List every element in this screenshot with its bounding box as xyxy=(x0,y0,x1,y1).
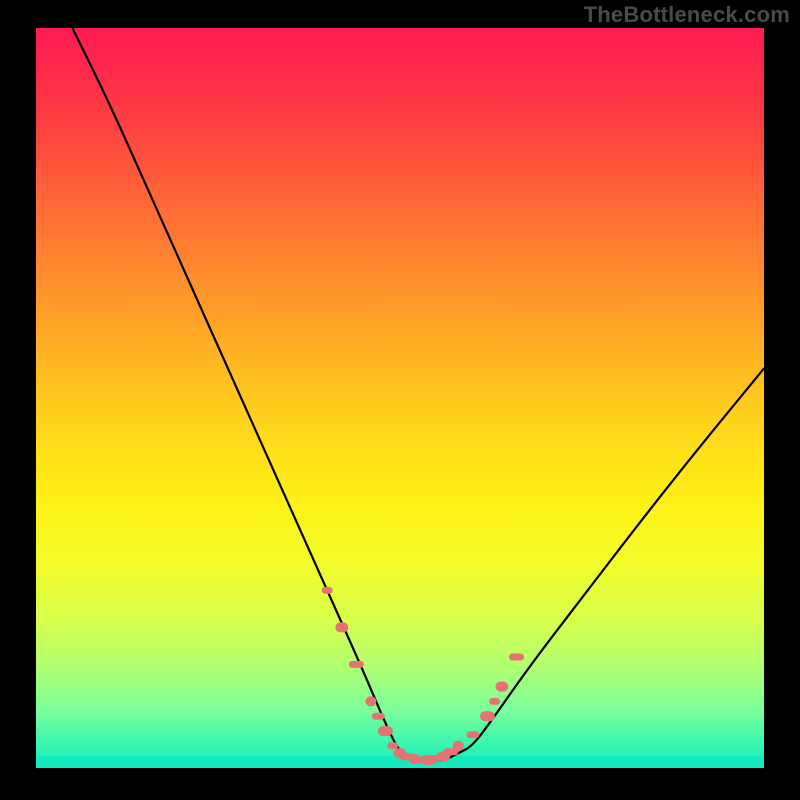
curve-marker xyxy=(480,711,495,721)
curve-svg xyxy=(36,28,764,768)
curve-marker xyxy=(489,698,500,705)
curve-marker xyxy=(365,696,376,706)
curve-marker xyxy=(466,731,479,738)
curve-marker xyxy=(453,741,464,751)
marker-group xyxy=(322,587,524,765)
plot-area xyxy=(36,28,764,768)
curve-marker xyxy=(509,654,524,661)
curve-marker xyxy=(335,622,348,632)
watermark-text: TheBottleneck.com xyxy=(584,2,790,28)
curve-marker xyxy=(387,742,398,749)
curve-marker xyxy=(378,726,393,736)
curve-marker xyxy=(322,587,333,594)
curve-marker xyxy=(495,682,508,692)
curve-marker xyxy=(372,713,385,720)
curve-marker xyxy=(349,661,364,668)
bottleneck-curve xyxy=(72,28,764,761)
chart-frame: TheBottleneck.com xyxy=(0,0,800,800)
